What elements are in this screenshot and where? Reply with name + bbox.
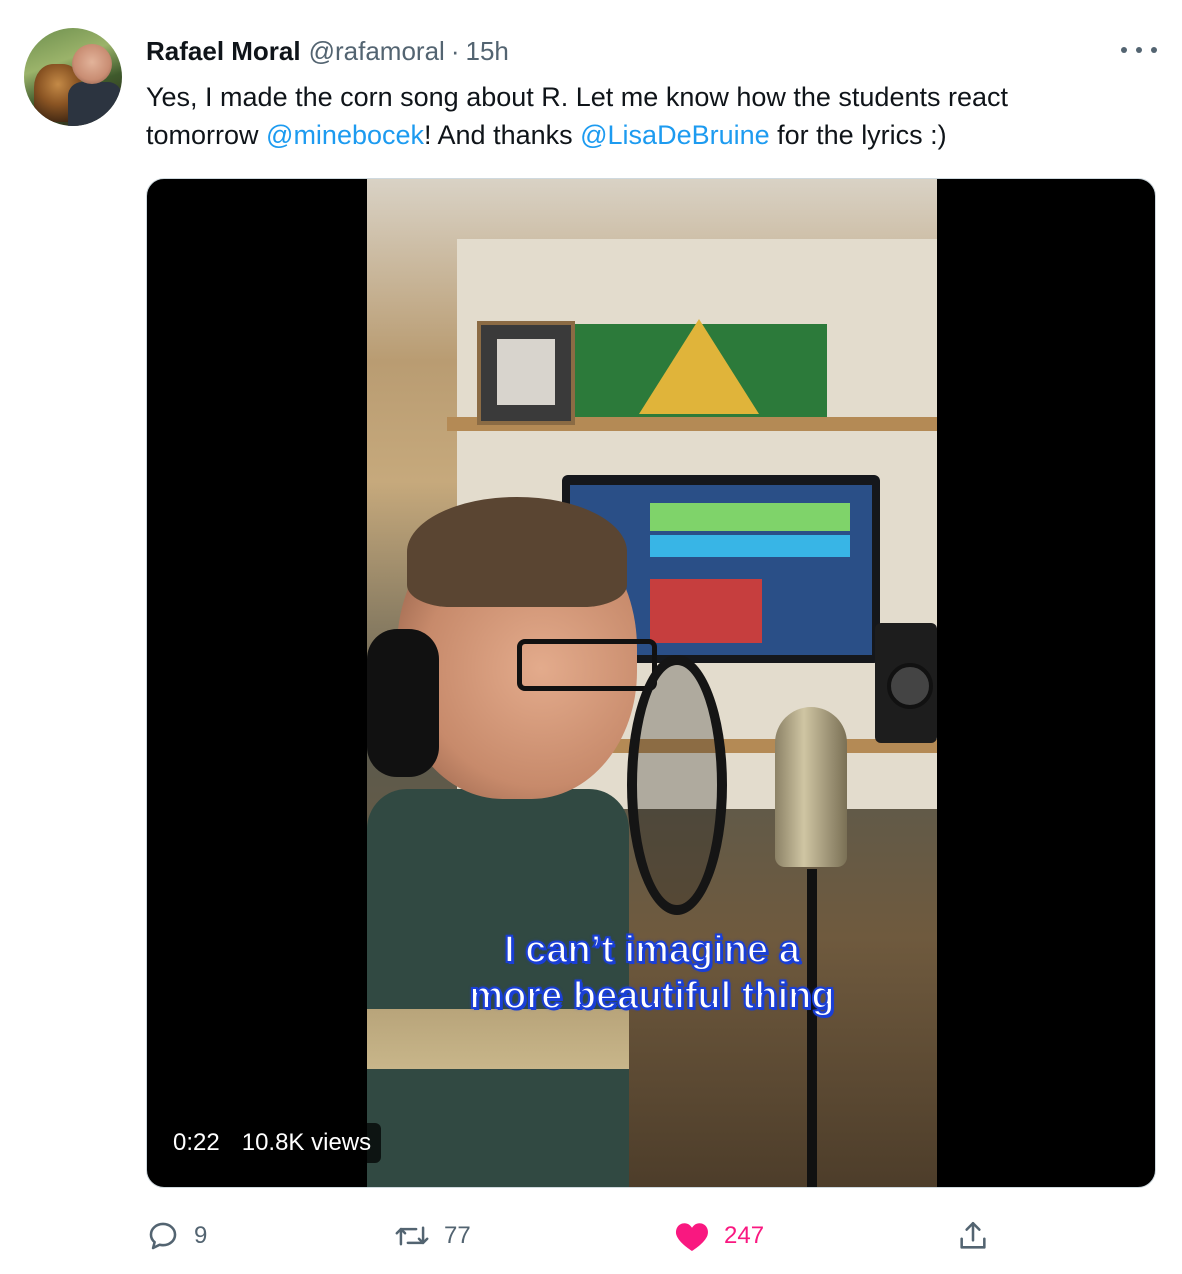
retweet-icon <box>395 1226 429 1246</box>
more-dot <box>1136 47 1142 53</box>
share-icon <box>960 1221 986 1249</box>
video-daw-track <box>650 579 762 643</box>
video-daw-track <box>650 535 850 557</box>
video-yellow-triangle <box>639 319 759 414</box>
share-button[interactable] <box>956 1214 990 1258</box>
more-dot <box>1121 47 1127 53</box>
retweet-count: 77 <box>444 1222 471 1249</box>
video-frame[interactable]: I can’t imagine a more beautiful thing <box>367 179 937 1187</box>
retweet-button[interactable]: 77 <box>394 1214 471 1258</box>
tweet-header: Rafael Moral @rafamoral · 15h <box>146 34 509 68</box>
header-separator: · <box>450 35 460 66</box>
video-caption-line1: I can’t imagine a <box>503 928 801 972</box>
video-views: 10.8K views <box>241 1129 372 1156</box>
video-duration: 0:22 <box>173 1129 220 1156</box>
tweet-text-line1: Yes, I made the corn song about R. Let m… <box>146 82 1009 112</box>
tweet-text-fragment: ! And thanks <box>424 120 581 150</box>
mention-link-minebocek[interactable]: @minebocek <box>266 120 424 150</box>
video-glasses <box>517 639 657 691</box>
like-count: 247 <box>724 1222 765 1249</box>
tweet-text-line2: tomorrow @minebocek! And thanks @LisaDeB… <box>146 116 1156 154</box>
video-caption: I can’t imagine a more beautiful thing <box>407 927 897 1019</box>
video-info-badge: 0:22 10.8K views <box>163 1123 382 1163</box>
video-headphones <box>367 629 439 777</box>
video-speaker <box>875 623 937 743</box>
like-button[interactable]: 247 <box>674 1214 764 1258</box>
tweet-text-fragment: tomorrow <box>146 120 267 150</box>
video-microphone <box>775 707 847 867</box>
avatar-shirt <box>68 82 122 126</box>
reply-button[interactable]: 9 <box>146 1214 207 1258</box>
tweet-actions: 9 77 247 <box>146 1214 1006 1258</box>
avatar[interactable] <box>24 28 122 126</box>
video-daw-track <box>650 503 850 531</box>
tweet-text: Yes, I made the corn song about R. Let m… <box>146 78 1156 154</box>
reply-count: 9 <box>194 1222 208 1249</box>
video-caption-line2: more beautiful thing <box>468 974 835 1018</box>
heart-icon <box>676 1223 708 1251</box>
video-pop-filter <box>627 655 727 915</box>
tweet-text-fragment: for the lyrics :) <box>769 120 947 150</box>
author-name[interactable]: Rafael Moral <box>146 36 301 67</box>
video-player[interactable]: I can’t imagine a more beautiful thing 0… <box>146 178 1156 1188</box>
video-photo-frame <box>477 321 575 425</box>
more-icon[interactable] <box>1121 38 1157 62</box>
avatar-face <box>72 44 112 84</box>
video-person-hair <box>407 497 627 607</box>
video-mic-stand <box>807 869 817 1187</box>
reply-icon <box>149 1222 177 1250</box>
mention-link-lisadebruine[interactable]: @LisaDeBruine <box>580 120 770 150</box>
author-handle[interactable]: @rafamoral <box>309 36 445 67</box>
tweet-timestamp[interactable]: 15h <box>466 36 509 67</box>
more-dot <box>1151 47 1157 53</box>
